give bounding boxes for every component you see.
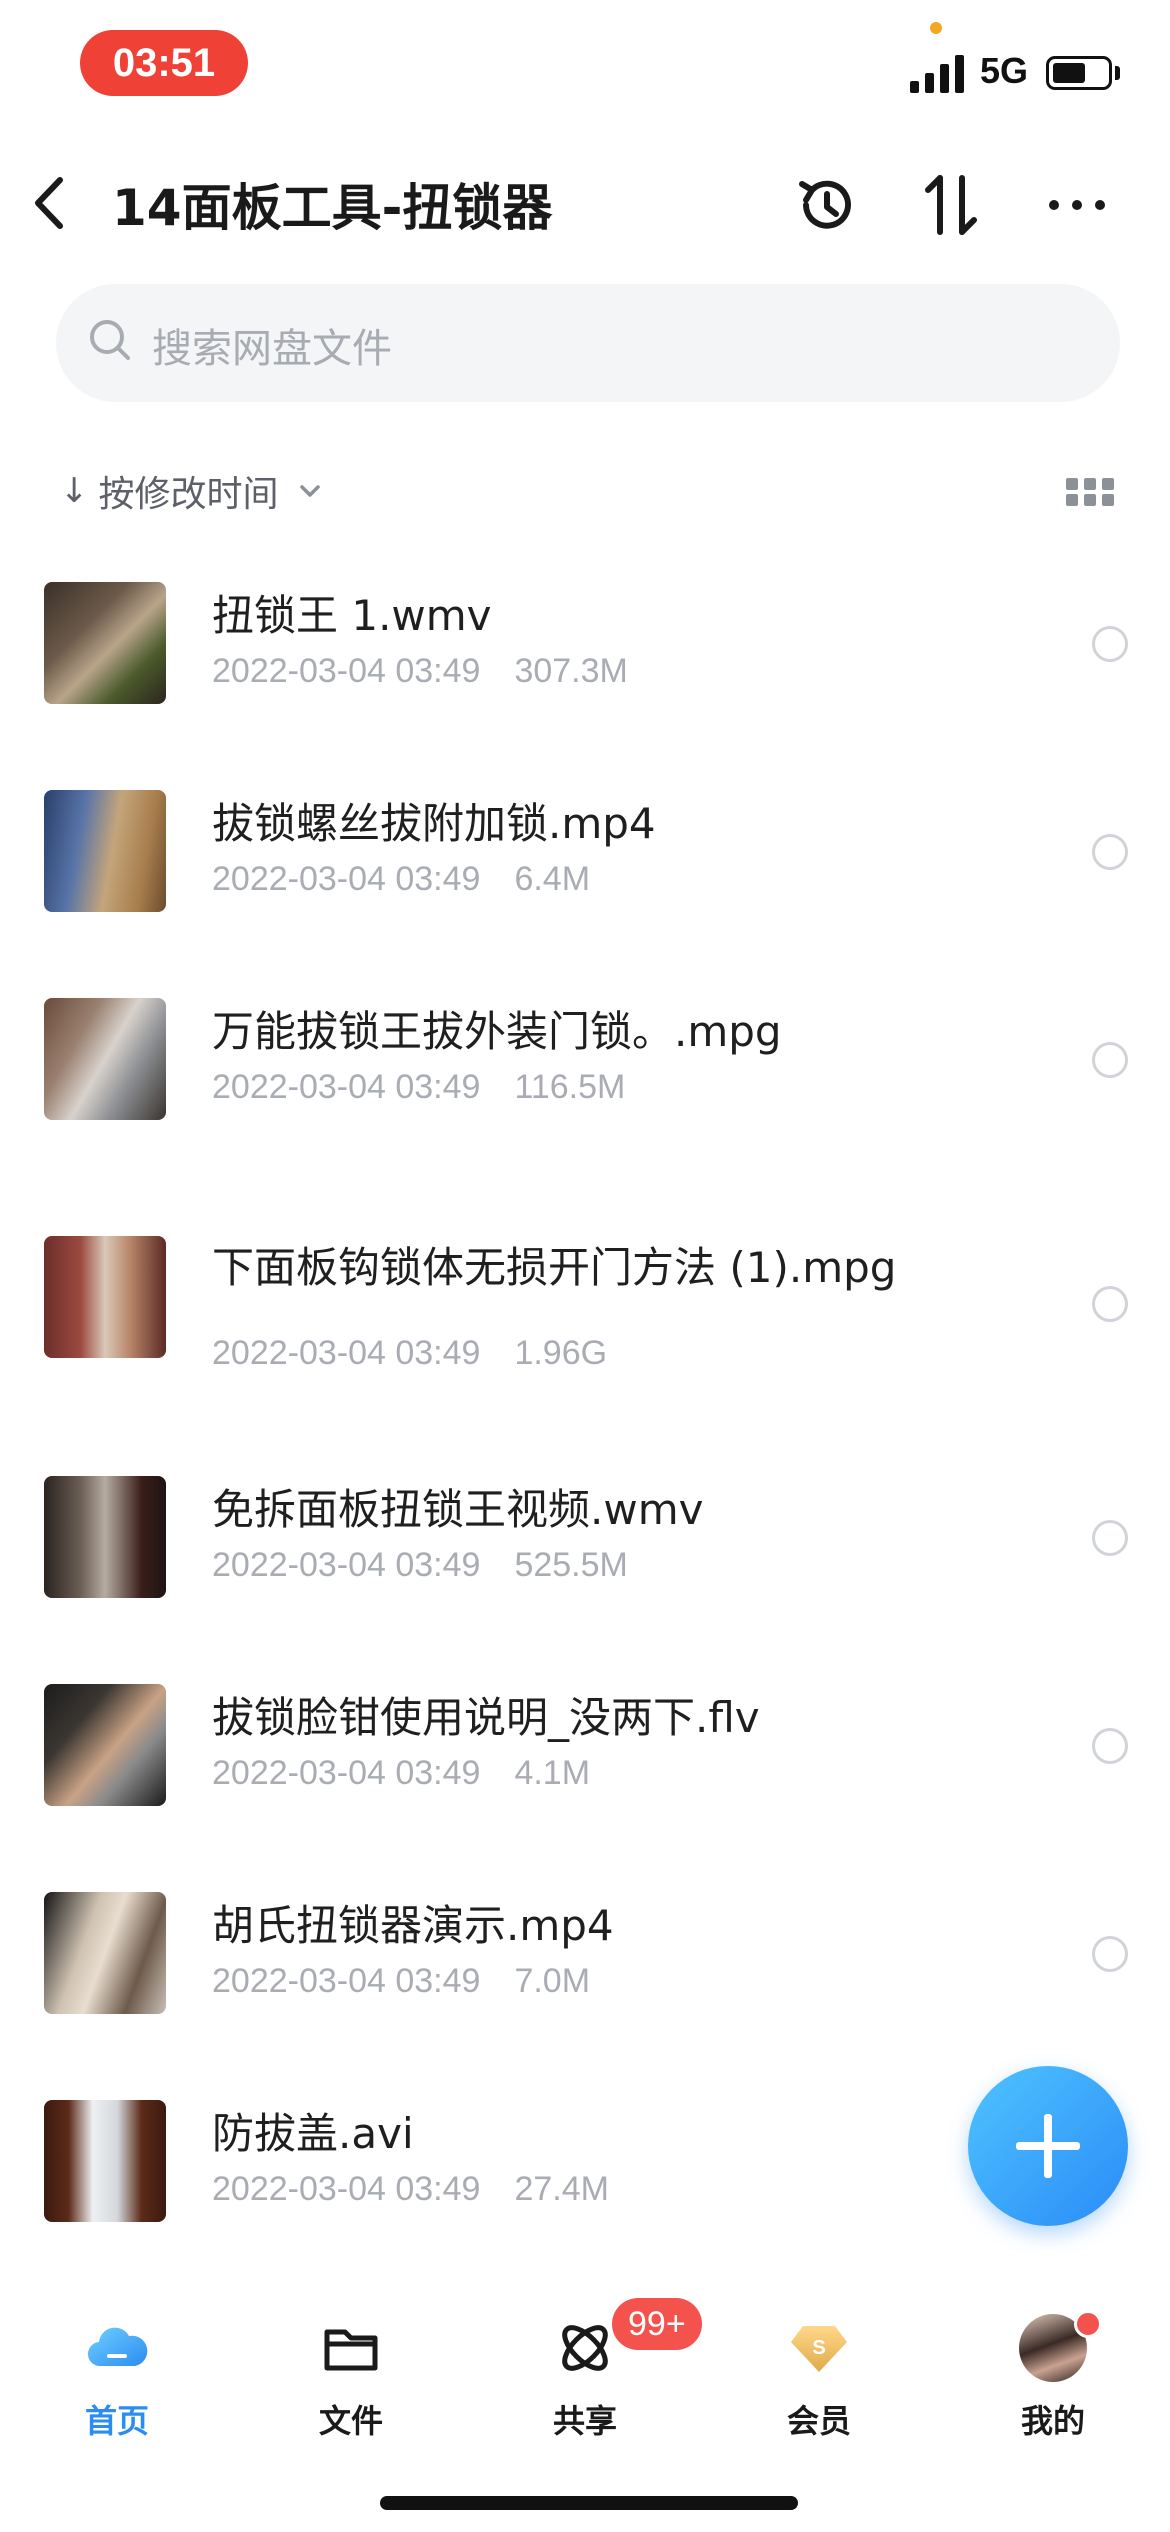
select-radio[interactable] (1092, 1286, 1128, 1322)
tab-share-label: 共享 (552, 2402, 617, 2440)
file-row[interactable]: 胡氏扭锁器演示.mp4 2022-03-04 03:49 7.0M (0, 1862, 1170, 2042)
battery-icon (1046, 56, 1112, 90)
chevron-left-icon (35, 177, 63, 229)
file-meta: 2022-03-04 03:49 116.5M (212, 1068, 625, 1107)
share-badge: 99+ (612, 2298, 702, 2350)
vip-diamond-icon: S (791, 2326, 847, 2372)
file-meta: 2022-03-04 03:49 4.1M (212, 1754, 590, 1793)
video-thumbnail (44, 790, 166, 912)
cellular-signal-icon (910, 55, 968, 93)
file-meta: 2022-03-04 03:49 307.3M (212, 652, 628, 691)
file-size: 4.1M (514, 1754, 591, 1792)
sort-toggle-button[interactable] (916, 170, 986, 240)
video-thumbnail (44, 998, 166, 1120)
file-meta: 2022-03-04 03:49 7.0M (212, 1962, 590, 2001)
select-radio[interactable] (1092, 1728, 1128, 1764)
tab-home[interactable]: 首页 (0, 2286, 234, 2456)
file-name: 扭锁王 1.wmv (212, 591, 492, 640)
video-thumbnail (44, 1684, 166, 1806)
select-radio[interactable] (1092, 1936, 1128, 1972)
file-meta: 2022-03-04 03:49 525.5M (212, 1546, 628, 1585)
file-size: 27.4M (514, 2170, 609, 2208)
file-meta: 2022-03-04 03:49 6.4M (212, 860, 590, 899)
back-button[interactable] (22, 168, 82, 238)
file-name: 万能拔锁王拔外装门锁。.mpg (212, 1007, 782, 1056)
file-size: 307.3M (514, 652, 628, 690)
tab-me-label: 我的 (1020, 2402, 1085, 2440)
file-row[interactable]: 拔锁脸钳使用说明_没两下.flv 2022-03-04 03:49 4.1M (0, 1654, 1170, 1834)
file-date: 2022-03-04 03:49 (212, 2170, 481, 2208)
file-date: 2022-03-04 03:49 (212, 652, 481, 690)
sort-label: 按修改时间 (98, 474, 279, 515)
file-size: 525.5M (514, 1546, 628, 1584)
history-button[interactable] (792, 170, 862, 240)
tab-files-label: 文件 (318, 2402, 383, 2440)
file-size: 1.96G (514, 1334, 608, 1372)
cloud-home-icon (87, 2327, 148, 2367)
file-meta: 2022-03-04 03:49 27.4M (212, 2170, 609, 2209)
more-dots-icon (1049, 200, 1105, 210)
file-meta: 2022-03-04 03:49 1.96G (212, 1334, 607, 1373)
file-date: 2022-03-04 03:49 (212, 1754, 481, 1792)
file-name: 拔锁螺丝拔附加锁.mp4 (212, 799, 656, 848)
chevron-down-icon (299, 485, 320, 497)
select-radio[interactable] (1092, 834, 1128, 870)
select-radio[interactable] (1092, 1042, 1128, 1078)
history-icon (799, 180, 851, 229)
tab-vip-label: 会员 (786, 2402, 851, 2440)
file-name: 拔锁脸钳使用说明_没两下.flv (212, 1693, 760, 1742)
sort-arrows-icon (925, 175, 977, 235)
file-row[interactable]: 下面板钩锁体无损开门方法 (1).mpg 2022-03-04 03:49 1.9… (0, 1206, 1170, 1386)
file-date: 2022-03-04 03:49 (212, 1546, 481, 1584)
grid-view-toggle[interactable] (1066, 474, 1116, 510)
notification-dot (1074, 2310, 1102, 2338)
video-thumbnail (44, 1236, 166, 1358)
network-type: 5G (980, 50, 1029, 91)
video-thumbnail (44, 582, 166, 704)
file-size: 116.5M (514, 1068, 626, 1106)
file-date: 2022-03-04 03:49 (212, 1334, 481, 1372)
sort-dropdown[interactable]: ↓ 按修改时间 (60, 466, 325, 516)
file-size: 6.4M (514, 860, 591, 898)
tab-files[interactable]: 文件 (234, 2286, 468, 2456)
search-bar[interactable]: 搜索网盘文件 (56, 284, 1120, 402)
home-indicator (380, 2496, 798, 2510)
file-row[interactable]: 拔锁螺丝拔附加锁.mp4 2022-03-04 03:49 6.4M (0, 760, 1170, 940)
privacy-indicator-dot (930, 22, 942, 34)
search-icon (90, 320, 130, 360)
file-row[interactable]: 扭锁王 1.wmv 2022-03-04 03:49 307.3M (0, 552, 1170, 732)
search-placeholder: 搜索网盘文件 (152, 326, 392, 372)
more-options-button[interactable] (1042, 170, 1112, 240)
add-button[interactable] (968, 2066, 1128, 2226)
tab-vip[interactable]: S 会员 (702, 2286, 936, 2456)
tab-me[interactable]: 我的 (936, 2286, 1170, 2456)
file-date: 2022-03-04 03:49 (212, 1068, 481, 1106)
file-row[interactable]: 免拆面板扭锁王视频.wmv 2022-03-04 03:49 525.5M (0, 1446, 1170, 1626)
video-thumbnail (44, 1892, 166, 2014)
file-name: 防拔盖.avi (212, 2109, 414, 2158)
status-time: 03:51 (80, 30, 248, 96)
select-radio[interactable] (1092, 626, 1128, 662)
video-thumbnail (44, 2100, 166, 2222)
select-radio[interactable] (1092, 1520, 1128, 1556)
file-name: 免拆面板扭锁王视频.wmv (212, 1485, 704, 1534)
folder-icon (324, 2329, 378, 2371)
file-size: 7.0M (514, 1962, 591, 2000)
file-name: 胡氏扭锁器演示.mp4 (212, 1901, 614, 1950)
svg-text:S: S (812, 2337, 825, 2359)
file-date: 2022-03-04 03:49 (212, 860, 481, 898)
file-name: 下面板钩锁体无损开门方法 (1).mpg (212, 1243, 897, 1292)
bottom-tab-bar: 首页 文件 共享 S 会员 我的 (0, 2286, 1170, 2456)
tab-home-label: 首页 (84, 2402, 149, 2440)
page-title: 14面板工具-扭锁器 (112, 179, 553, 237)
battery-tip (1115, 66, 1120, 80)
file-row[interactable]: 万能拔锁王拔外装门锁。.mpg 2022-03-04 03:49 116.5M (0, 968, 1170, 1148)
file-date: 2022-03-04 03:49 (212, 1962, 481, 2000)
video-thumbnail (44, 1476, 166, 1598)
arrow-down-icon: ↓ (60, 471, 89, 511)
share-orbit-icon (562, 2325, 608, 2371)
